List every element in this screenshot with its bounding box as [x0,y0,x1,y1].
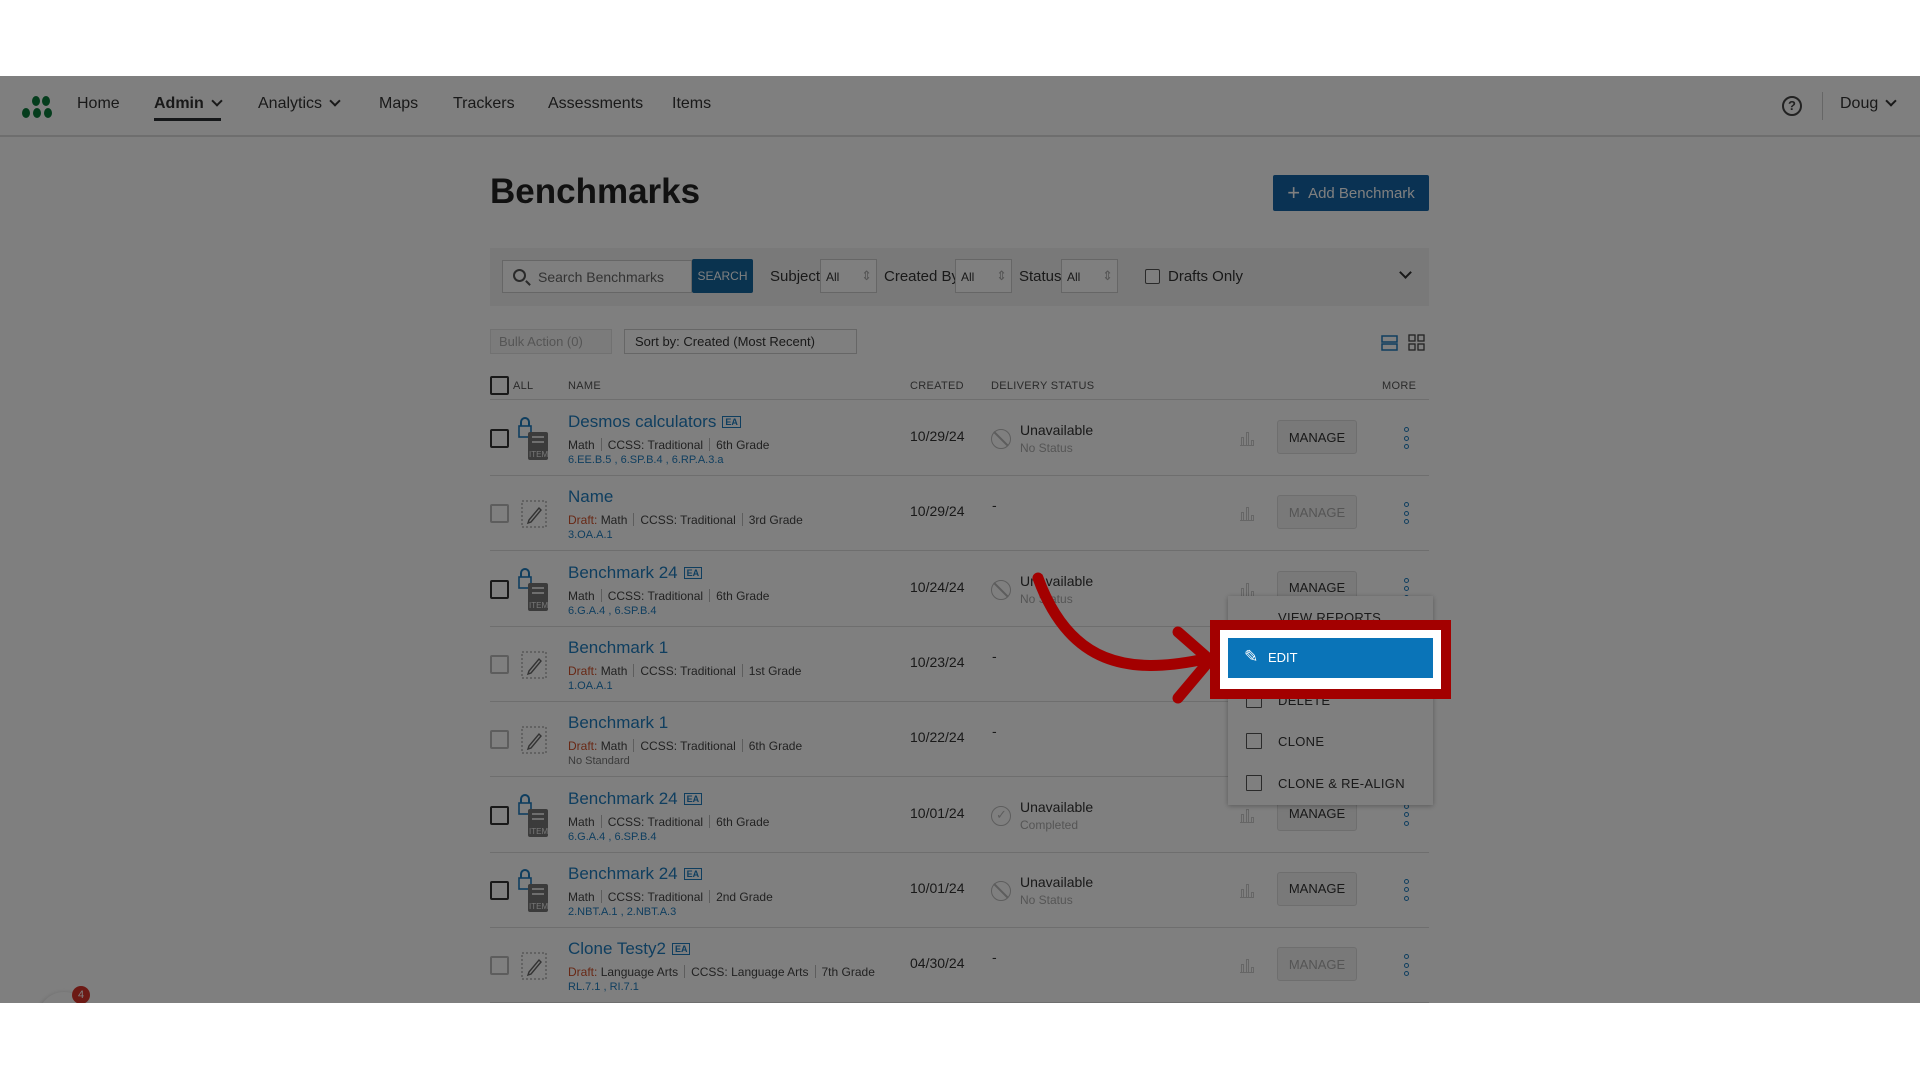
annotation-arrow-icon [1032,572,1216,704]
app-stage: Home Admin Analytics Maps Trackers Asses… [0,76,1920,1003]
